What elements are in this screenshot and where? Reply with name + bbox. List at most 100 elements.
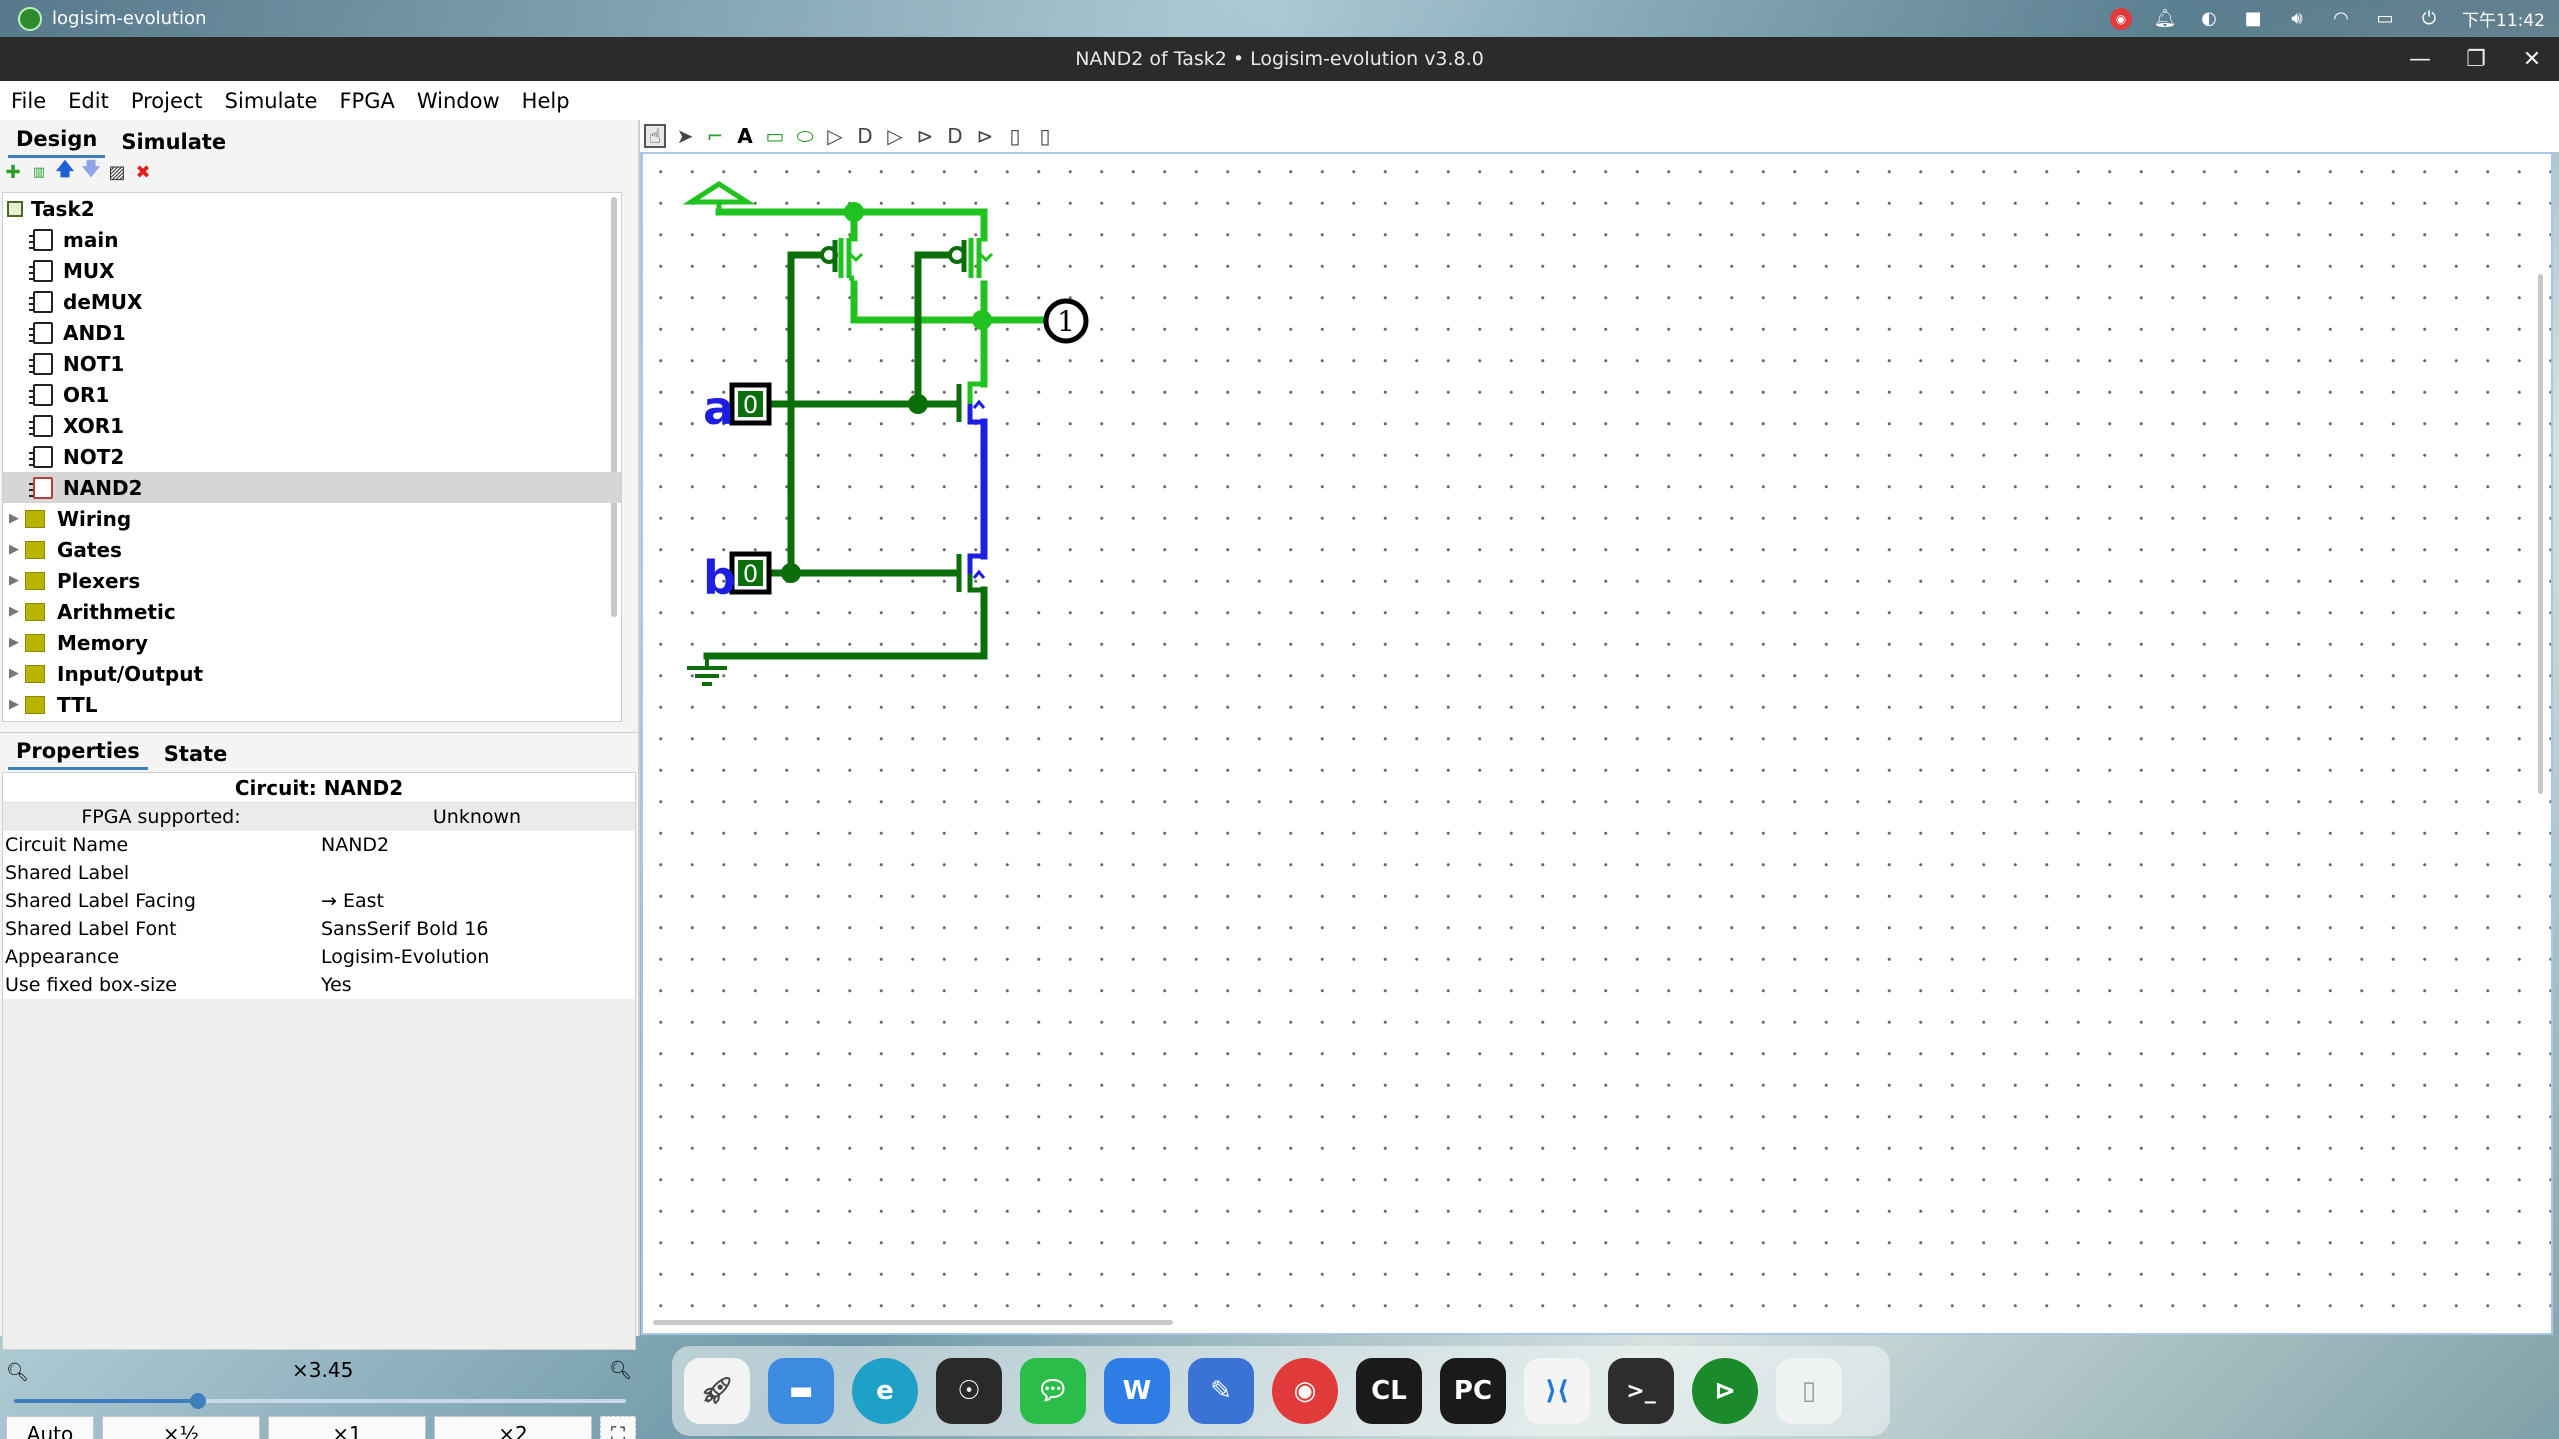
property-row[interactable]: Circuit Name NAND2 (3, 831, 635, 859)
canvas-horizontal-scrollbar[interactable] (653, 1320, 1173, 1325)
tree-lib-arithmetic[interactable]: ▶ Arithmetic (3, 596, 621, 627)
bell-icon[interactable]: 🔔︎ (2154, 8, 2177, 30)
tree-circuit-or1[interactable]: OR1 (3, 379, 621, 410)
tab-properties[interactable]: Properties (8, 735, 148, 770)
property-value[interactable] (319, 859, 635, 887)
zoom-slider[interactable] (14, 1393, 626, 1409)
pycharm-icon[interactable]: PC (1440, 1358, 1506, 1424)
and-gate-icon[interactable]: D (854, 124, 876, 148)
expand-arrow-icon[interactable]: ▶ (9, 666, 25, 681)
clock[interactable]: 下午11:42 (2462, 6, 2545, 31)
property-value[interactable]: → East (319, 887, 635, 915)
edge-icon[interactable]: e (852, 1358, 918, 1424)
logisim-icon[interactable]: ⊳ (1692, 1358, 1758, 1424)
pin-input-icon[interactable]: ▭ (764, 124, 786, 148)
not-gate-icon[interactable]: ▷ (824, 124, 846, 148)
tree-circuit-xor1[interactable]: XOR1 (3, 410, 621, 441)
poke-tool-icon[interactable]: ☝ (644, 124, 666, 148)
zoom-half-button[interactable]: ×½ (102, 1416, 260, 1439)
edit-appearance-icon[interactable]: ▨ (108, 162, 126, 183)
property-value[interactable]: Logisim-Evolution (319, 943, 635, 971)
menu-window[interactable]: Window (406, 89, 511, 113)
zoom-in-icon[interactable]: 🔍︎ (609, 1360, 632, 1381)
tree-root[interactable]: Task2 (3, 193, 621, 224)
trash-icon[interactable]: ▯ (1776, 1358, 1842, 1424)
netease-music-icon[interactable]: ◉ (2110, 7, 2132, 30)
wifi-icon[interactable]: ◠ (2330, 8, 2352, 30)
zoom-auto-button[interactable]: Auto (6, 1416, 94, 1439)
launchpad-icon[interactable]: 🚀︎ (684, 1358, 750, 1424)
volume-icon[interactable]: 🔊︎ (2286, 8, 2308, 30)
tab-simulate[interactable]: Simulate (113, 126, 234, 158)
minimize-button[interactable]: — (2407, 47, 2433, 72)
vscode-icon[interactable]: ⟩⟨ (1524, 1358, 1590, 1424)
appearance-b-icon[interactable]: ▯ (1034, 124, 1056, 148)
clion-icon[interactable]: CL (1356, 1358, 1422, 1424)
property-row[interactable]: Shared Label (3, 859, 635, 887)
canvas-vertical-scrollbar[interactable] (2538, 274, 2543, 794)
tree-lib-memory[interactable]: ▶ Memory (3, 627, 621, 658)
zoom-fit-icon[interactable]: ⛶ (600, 1416, 636, 1439)
wechat-icon[interactable]: 💬︎ (1020, 1358, 1086, 1424)
menu-edit[interactable]: Edit (57, 89, 120, 113)
square-icon[interactable]: ■ (2242, 8, 2264, 30)
tree-lib-ttl[interactable]: ▶ TTL (3, 689, 621, 720)
or-gate-icon[interactable]: ⊳ (914, 124, 936, 148)
zoom-slider-handle[interactable] (189, 1393, 206, 1409)
tree-circuit-not1[interactable]: NOT1 (3, 348, 621, 379)
tree-circuit-mux[interactable]: MUX (3, 255, 621, 286)
property-value[interactable]: NAND2 (319, 831, 635, 859)
power-icon[interactable]: ⏻ (2418, 8, 2440, 30)
property-row[interactable]: Use fixed box-size Yes (3, 971, 635, 999)
menu-fpga[interactable]: FPGA (328, 89, 405, 113)
expand-arrow-icon[interactable]: ▶ (9, 511, 25, 526)
pin-output-icon[interactable]: ⬭ (794, 124, 816, 148)
tree-circuit-not2[interactable]: NOT2 (3, 441, 621, 472)
add-vhdl-icon[interactable]: ▥ (30, 163, 48, 181)
select-tool-icon[interactable]: ➤ (674, 124, 696, 148)
circuit-canvas[interactable]: 0 a 0 b 1 (641, 152, 2553, 1335)
restore-button[interactable]: ❐ (2463, 47, 2489, 72)
expand-arrow-icon[interactable]: ▶ (9, 542, 25, 557)
expand-arrow-icon[interactable]: ▶ (9, 635, 25, 650)
property-row[interactable]: Appearance Logisim-Evolution (3, 943, 635, 971)
nand-gate-icon[interactable]: D (944, 124, 966, 148)
tree-circuit-nand2[interactable]: NAND2 (3, 472, 621, 503)
expand-arrow-icon[interactable]: ▶ (9, 573, 25, 588)
menu-simulate[interactable]: Simulate (214, 89, 329, 113)
close-button[interactable]: ✕ (2519, 47, 2545, 72)
wire-tool-icon[interactable]: ⌐ (704, 124, 726, 148)
netease-music-icon[interactable]: ◉ (1272, 1358, 1338, 1424)
zoom-1x-button[interactable]: ×1 (268, 1416, 426, 1439)
tree-lib-wiring[interactable]: ▶ Wiring (3, 503, 621, 534)
menu-help[interactable]: Help (511, 89, 581, 113)
tab-design[interactable]: Design (8, 123, 106, 158)
zoom-2x-button[interactable]: ×2 (434, 1416, 592, 1439)
battery-icon[interactable]: ▭ (2374, 8, 2396, 30)
menu-file[interactable]: File (0, 89, 57, 113)
ai-assistant-icon[interactable]: ☉ (936, 1358, 1002, 1424)
menu-project[interactable]: Project (120, 89, 214, 113)
xor-gate-icon[interactable]: ⊳ (974, 124, 996, 148)
tree-circuit-demux[interactable]: deMUX (3, 286, 621, 317)
files-icon[interactable]: ▬ (768, 1358, 834, 1424)
delete-icon[interactable]: ✖ (134, 162, 152, 183)
expand-arrow-icon[interactable]: ▶ (9, 697, 25, 712)
expand-arrow-icon[interactable]: ▶ (9, 604, 25, 619)
terminal-icon[interactable]: >_ (1608, 1358, 1674, 1424)
move-down-icon[interactable]: 🡇 (82, 159, 101, 181)
property-row[interactable]: Shared Label Facing → East (3, 887, 635, 915)
tree-circuit-main[interactable]: main (3, 224, 621, 255)
tree-lib-input-output[interactable]: ▶ Input/Output (3, 658, 621, 689)
tree-circuit-and1[interactable]: AND1 (3, 317, 621, 348)
tree-lib-plexers[interactable]: ▶ Plexers (3, 565, 621, 596)
tab-state[interactable]: State (156, 738, 236, 770)
notes-icon[interactable]: ✎ (1188, 1358, 1254, 1424)
d-icon[interactable]: ◐ (2198, 8, 2220, 30)
property-value[interactable]: SansSerif Bold 16 (319, 915, 635, 943)
buffer-icon[interactable]: ▷ (884, 124, 906, 148)
property-value[interactable]: Yes (319, 971, 635, 999)
move-up-icon[interactable]: 🡅 (56, 159, 75, 181)
appearance-a-icon[interactable]: ▯ (1004, 124, 1026, 148)
wps-icon[interactable]: W (1104, 1358, 1170, 1424)
